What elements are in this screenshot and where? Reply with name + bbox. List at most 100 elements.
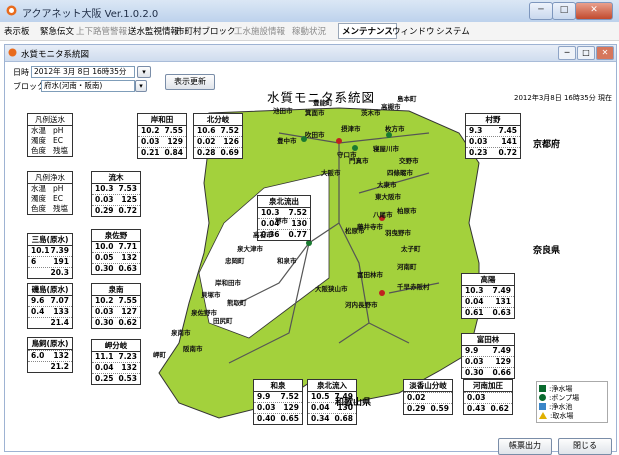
city-label: 高石市 bbox=[253, 231, 273, 239]
station-value: 7.07 bbox=[50, 296, 69, 305]
city-label: 島本町 bbox=[397, 95, 417, 103]
station-value: 0.63 bbox=[492, 308, 511, 317]
station-box[interactable]: 泉佐野 10.0 7.71 0.05 132 0.30 0.63 bbox=[91, 229, 141, 275]
menu-item-2[interactable]: 上下路管警報 bbox=[76, 25, 127, 37]
legend-cell: EC bbox=[53, 136, 63, 145]
station-value: 0.21 bbox=[141, 148, 160, 157]
station-value: 7.52 bbox=[220, 126, 239, 135]
station-value: 7.53 bbox=[118, 184, 137, 193]
close-button[interactable]: ✕ bbox=[575, 2, 613, 20]
station-row: 20.3 bbox=[28, 268, 72, 278]
station-value: 0.29 bbox=[407, 404, 426, 413]
station-row: 6.0 132 bbox=[28, 351, 72, 362]
chevron-down-icon[interactable]: ▾ bbox=[135, 80, 147, 92]
station-name: 河南加圧 bbox=[464, 380, 512, 392]
station-value: 0.59 bbox=[430, 404, 449, 413]
menu-item-9[interactable]: システム bbox=[436, 25, 470, 37]
menu-item-5[interactable]: 工水施設情報 bbox=[234, 25, 285, 37]
station-box[interactable]: 岬分岐 11.1 7.23 0.04 132 0.25 0.53 bbox=[91, 339, 141, 385]
city-label: 河内長野市 bbox=[345, 301, 378, 309]
station-box[interactable]: 村野 9.3 7.45 0.03 141 0.23 0.72 bbox=[465, 113, 521, 159]
station-row: 10.1 7.39 bbox=[28, 246, 72, 257]
station-value: 0.34 bbox=[311, 414, 330, 423]
station-row: 0.04 132 bbox=[92, 363, 140, 374]
station-box[interactable]: 流木 10.3 7.53 0.03 125 0.29 0.72 bbox=[91, 171, 141, 217]
station-value: 10.5 bbox=[311, 392, 330, 401]
station-value: 0.28 bbox=[197, 148, 216, 157]
station-box[interactable]: 三島(原水) 10.1 7.39 6 191 20.3 bbox=[27, 233, 73, 279]
close-window-button[interactable]: 閉じる bbox=[558, 438, 612, 455]
city-label: 太子町 bbox=[401, 245, 421, 253]
station-value: 0.04 bbox=[95, 363, 114, 372]
station-row: 21.4 bbox=[28, 318, 72, 328]
station-row: 10.0 7.71 bbox=[92, 242, 140, 253]
legend-box: 凡例浄水 水温 pH 濁度 EC 色度 残塩 bbox=[27, 171, 73, 215]
station-row: 0.03 141 bbox=[466, 137, 520, 148]
station-name: 鳥飼(原水) bbox=[28, 338, 72, 350]
date-field[interactable]: 2012年 3月 8日 16時35分 bbox=[31, 66, 135, 78]
city-label: 貝塚市 bbox=[201, 291, 221, 299]
station-box[interactable]: 高陽 10.3 7.49 0.04 131 0.61 0.63 bbox=[461, 273, 515, 319]
station-value: 10.3 bbox=[95, 184, 114, 193]
minimize-button[interactable]: ─ bbox=[529, 2, 553, 20]
station-value: 132 bbox=[121, 363, 137, 372]
legend-cell: pH bbox=[53, 126, 64, 135]
legend-box: 凡例送水 水温 pH 濁度 EC 色度 残塩 bbox=[27, 113, 73, 157]
station-box[interactable]: 磯島(原水) 9.6 7.07 0.4 133 21.4 bbox=[27, 283, 73, 329]
station-box[interactable]: 河南加圧 0.03 0.43 0.62 bbox=[463, 379, 513, 415]
station-value: 7.39 bbox=[50, 246, 69, 255]
station-box[interactable]: 淡香山分岐 0.02 0.29 0.59 bbox=[403, 379, 453, 415]
station-value: 7.49 bbox=[492, 286, 511, 295]
station-value: 0.72 bbox=[118, 206, 137, 215]
city-label: 大東市 bbox=[377, 181, 397, 189]
station-value: 10.6 bbox=[197, 126, 216, 135]
menu-item-7[interactable]: メンテナンス bbox=[338, 23, 397, 39]
station-value: 0.62 bbox=[118, 318, 137, 327]
station-box[interactable]: 北分岐 10.6 7.52 0.02 126 0.28 0.69 bbox=[193, 113, 243, 159]
station-name: 泉佐野 bbox=[92, 230, 140, 242]
menu-item-6[interactable]: 稼動状況 bbox=[292, 25, 326, 37]
child-restore-button[interactable]: □ bbox=[577, 46, 595, 60]
calendar-dropdown-button[interactable]: ▾ bbox=[137, 66, 151, 78]
menu-item-3[interactable]: 送水監視情報 bbox=[128, 25, 179, 37]
menu-item-0[interactable]: 表示板 bbox=[4, 25, 30, 37]
refresh-button[interactable]: 表示更新 bbox=[165, 74, 215, 90]
station-value: 0.30 bbox=[465, 368, 484, 377]
station-value: 129 bbox=[283, 403, 299, 412]
station-value: 191 bbox=[53, 257, 69, 266]
station-value: 133 bbox=[53, 307, 69, 316]
station-name: 泉北流出 bbox=[258, 196, 310, 208]
child-minimize-button[interactable]: ─ bbox=[558, 46, 576, 60]
station-box[interactable]: 泉南 10.2 7.55 0.03 127 0.30 0.62 bbox=[91, 283, 141, 329]
pref-kyoto: 京都府 bbox=[533, 140, 561, 150]
station-value: 130 bbox=[291, 219, 307, 228]
timestamp: 2012年3月8日 16時35分 現在 bbox=[514, 94, 612, 102]
menu-item-1[interactable]: 緊急伝文 bbox=[40, 25, 74, 37]
print-report-button[interactable]: 帳票出力 bbox=[498, 438, 552, 455]
station-value: 7.55 bbox=[118, 296, 137, 305]
menu-item-4[interactable]: 市町村ブロック bbox=[176, 25, 236, 37]
app-icon bbox=[6, 5, 17, 16]
station-value: 7.49 bbox=[492, 346, 511, 355]
station-box[interactable]: 富田林 9.9 7.49 0.03 129 0.30 0.66 bbox=[461, 333, 515, 379]
station-box[interactable]: 鳥飼(原水) 6.0 132 21.2 bbox=[27, 337, 73, 373]
station-row: 10.2 7.55 bbox=[138, 126, 186, 137]
city-label: 泉南市 bbox=[171, 329, 191, 337]
child-close-button[interactable]: ✕ bbox=[596, 46, 614, 60]
block-select[interactable]: 府水(河南・阪南) bbox=[41, 80, 135, 92]
station-box[interactable]: 和泉 9.9 7.52 0.03 129 0.40 0.65 bbox=[253, 379, 303, 425]
station-name: 泉北流入 bbox=[308, 380, 356, 392]
legend-row: 水温 pH bbox=[28, 126, 72, 136]
station-value: 0.03 bbox=[467, 393, 486, 402]
city-label: 豊能町 bbox=[313, 99, 333, 107]
menu-item-8[interactable]: ウィンドウ bbox=[392, 25, 435, 37]
city-label: 堺市 bbox=[275, 217, 288, 225]
station-row: 10.6 7.52 bbox=[194, 126, 242, 137]
station-row: 0.30 0.62 bbox=[92, 318, 140, 328]
maximize-button[interactable]: □ bbox=[552, 2, 576, 20]
station-box[interactable]: 岸和田 10.2 7.55 0.03 129 0.21 0.84 bbox=[137, 113, 187, 159]
station-row: 0.02 bbox=[404, 393, 452, 404]
station-value: 0.65 bbox=[280, 414, 299, 423]
station-row: 0.61 0.63 bbox=[462, 308, 514, 318]
station-row: 0.29 0.72 bbox=[92, 206, 140, 216]
